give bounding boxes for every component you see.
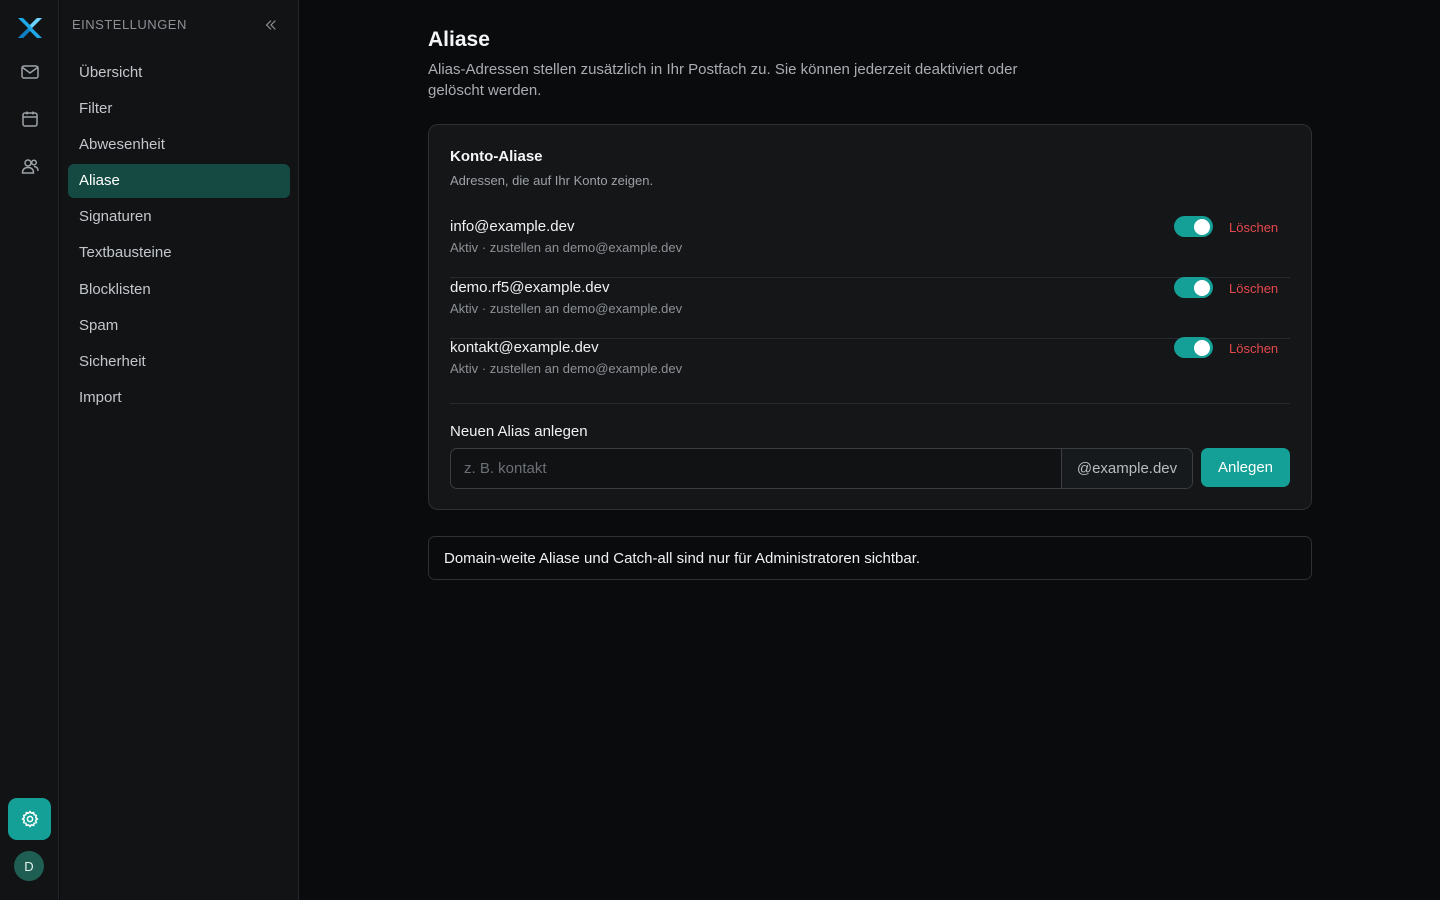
- sidebar-item-uebersicht[interactable]: Übersicht: [68, 55, 290, 89]
- alias-row: kontakt@example.dev Aktiv · zustellen an…: [450, 337, 1290, 399]
- alias-email: kontakt@example.dev: [450, 339, 599, 356]
- sidebar-item-sicherheit[interactable]: Sicherheit: [68, 345, 290, 379]
- alias-meta: Aktiv · zustellen an demo@example.dev: [450, 240, 683, 255]
- sidebar-item-filter[interactable]: Filter: [68, 91, 290, 125]
- sidebar-item-aliase[interactable]: Aliase: [68, 163, 290, 198]
- new-alias-input[interactable]: [451, 449, 1061, 488]
- toggle-knob: [1194, 339, 1210, 356]
- new-alias-field: @example.dev: [450, 448, 1193, 489]
- new-alias-title: Neuen Alias anlegen: [450, 423, 588, 440]
- settings-sidebar: EINSTELLUNGEN Übersicht Filter Abwesenhe…: [60, 0, 299, 900]
- contacts-icon[interactable]: [19, 155, 41, 177]
- sidebar-title: EINSTELLUNGEN: [72, 17, 187, 32]
- calendar-icon[interactable]: [19, 108, 41, 130]
- app-logo[interactable]: [15, 15, 45, 41]
- alias-meta: Aktiv · zustellen an demo@example.dev: [450, 361, 683, 376]
- delete-alias-button[interactable]: Löschen: [1229, 220, 1278, 235]
- sidebar-item-signaturen[interactable]: Signaturen: [68, 200, 290, 234]
- icon-rail: D: [0, 0, 59, 900]
- admin-notice: Domain-weite Aliase und Catch-all sind n…: [428, 536, 1312, 580]
- sidebar-item-spam[interactable]: Spam: [68, 308, 290, 342]
- section-divider: [450, 403, 1290, 404]
- card-subtitle: Adressen, die auf Ihr Konto zeigen.: [450, 173, 654, 188]
- mail-icon[interactable]: [19, 61, 41, 83]
- sidebar-nav: Übersicht Filter Abwesenheit Aliase Sign…: [68, 55, 290, 417]
- alias-active-toggle[interactable]: [1174, 277, 1213, 298]
- delete-alias-button[interactable]: Löschen: [1229, 341, 1278, 356]
- alias-active-toggle[interactable]: [1174, 337, 1213, 358]
- avatar[interactable]: D: [14, 851, 44, 881]
- alias-email: info@example.dev: [450, 218, 575, 235]
- sidebar-item-textbausteine[interactable]: Textbausteine: [68, 236, 290, 270]
- settings-button[interactable]: [8, 798, 51, 840]
- alias-meta: Aktiv · zustellen an demo@example.dev: [450, 301, 683, 316]
- sidebar-item-import[interactable]: Import: [68, 381, 290, 415]
- page-description: Alias-Adressen stellen zusätzlich in Ihr…: [428, 61, 1018, 99]
- account-aliases-card: Konto-Aliase Adressen, die auf Ihr Konto…: [428, 124, 1312, 510]
- alias-row: info@example.dev Aktiv · zustellen an de…: [450, 216, 1290, 278]
- card-title: Konto-Aliase: [450, 148, 543, 165]
- domain-suffix: @example.dev: [1061, 449, 1192, 488]
- sidebar-item-blocklisten[interactable]: Blocklisten: [68, 272, 290, 306]
- alias-active-toggle[interactable]: [1174, 216, 1213, 237]
- gear-icon: [20, 810, 39, 828]
- sidebar-item-abwesenheit[interactable]: Abwesenheit: [68, 127, 290, 161]
- create-alias-button[interactable]: Anlegen: [1201, 448, 1290, 487]
- toggle-knob: [1194, 218, 1210, 235]
- delete-alias-button[interactable]: Löschen: [1229, 281, 1278, 296]
- page-title: Aliase: [428, 28, 490, 51]
- toggle-knob: [1194, 279, 1210, 296]
- alias-row: demo.rf5@example.dev Aktiv · zustellen a…: [450, 277, 1290, 339]
- alias-email: demo.rf5@example.dev: [450, 279, 610, 296]
- collapse-sidebar-icon[interactable]: [262, 16, 280, 34]
